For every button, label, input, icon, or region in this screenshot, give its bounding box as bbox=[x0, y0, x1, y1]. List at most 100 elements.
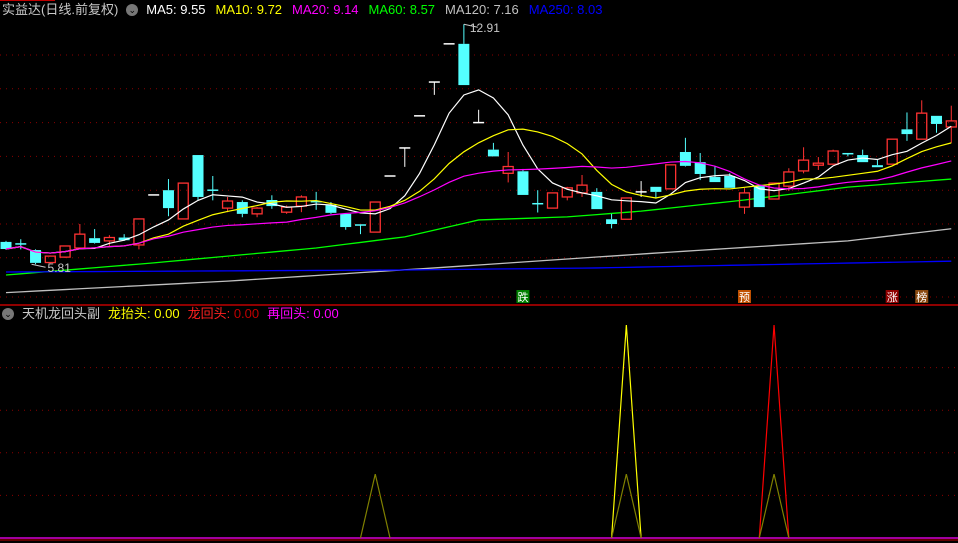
candle bbox=[162, 179, 174, 217]
legend-value: 0.00 bbox=[313, 306, 339, 321]
candle-body bbox=[945, 120, 957, 128]
candle bbox=[886, 138, 898, 165]
candle bbox=[916, 100, 928, 140]
candle-body bbox=[931, 115, 943, 124]
candle-body bbox=[487, 149, 499, 157]
candle-body bbox=[916, 112, 928, 140]
signal-marker[interactable]: 榜 bbox=[915, 290, 929, 304]
candle-body bbox=[546, 192, 559, 209]
high-price-label: 12.91 bbox=[470, 21, 500, 35]
candle bbox=[369, 201, 381, 233]
candle-body bbox=[827, 150, 839, 165]
legend-name: 再回头 bbox=[267, 306, 307, 321]
low-price-label: 5.81 bbox=[48, 261, 72, 275]
candle bbox=[694, 153, 706, 181]
candle bbox=[827, 149, 839, 165]
candle-body bbox=[369, 201, 381, 233]
candle-body bbox=[886, 138, 898, 165]
candle-body bbox=[871, 165, 883, 168]
indicator-legend-item: 龙抬头: 0.00 bbox=[108, 305, 180, 323]
chevron-down-icon[interactable]: ⌄ bbox=[126, 4, 139, 16]
candle bbox=[842, 152, 854, 157]
candle bbox=[546, 192, 559, 209]
candle-body bbox=[797, 159, 810, 172]
chart-title: 实益达(日线.前复权) bbox=[2, 2, 119, 17]
candle bbox=[945, 105, 957, 143]
candle-body bbox=[901, 129, 913, 135]
signal-marker[interactable]: 跌 bbox=[516, 290, 530, 304]
candle-body bbox=[192, 155, 204, 197]
candle-body bbox=[606, 219, 618, 224]
candle-body bbox=[177, 182, 189, 220]
candle bbox=[797, 147, 810, 174]
candle-body bbox=[458, 43, 470, 86]
indicator-spike bbox=[359, 473, 391, 539]
candle-body bbox=[103, 236, 116, 242]
indicator-legend-item: 再回头: 0.00 bbox=[267, 305, 339, 323]
candle bbox=[532, 190, 544, 213]
candle bbox=[901, 112, 913, 141]
candle bbox=[606, 213, 618, 229]
candle bbox=[487, 142, 499, 157]
candle bbox=[89, 229, 101, 244]
signal-marker-text: 跌 bbox=[517, 290, 528, 304]
candle-body bbox=[133, 218, 145, 246]
candle bbox=[340, 213, 352, 230]
candle bbox=[517, 168, 529, 195]
indicator-title: 天机龙回头副 bbox=[22, 306, 101, 321]
ma10-line bbox=[5, 128, 952, 254]
signal-marker[interactable]: 预 bbox=[738, 290, 751, 304]
signal-marker-text: 涨 bbox=[887, 291, 898, 304]
ma120-line bbox=[5, 228, 952, 294]
ma-legend-item: MA60: 8.57 bbox=[368, 2, 436, 17]
indicator-legend-item: 龙回头: 0.00 bbox=[188, 305, 260, 323]
candle bbox=[177, 182, 189, 220]
sub-chart-header: ⌄ 天机龙回头副 龙抬头: 0.00 龙回头: 0.00 再回头: 0.00 bbox=[2, 305, 339, 323]
candle-body bbox=[89, 238, 101, 243]
candle-body bbox=[221, 200, 234, 209]
long-moving-averages bbox=[5, 178, 952, 294]
low-pointer-icon bbox=[31, 263, 46, 268]
candle bbox=[665, 164, 677, 190]
candle-body bbox=[340, 213, 352, 228]
candle-body bbox=[251, 207, 263, 215]
indicator-spike bbox=[758, 324, 790, 539]
ma-legend-item: MA250: 8.03 bbox=[528, 2, 603, 17]
candle-body bbox=[665, 164, 677, 190]
candle-body bbox=[517, 171, 529, 195]
candle bbox=[709, 166, 721, 183]
legend-value: 0.00 bbox=[233, 306, 260, 321]
signal-marker-text: 榜 bbox=[916, 290, 927, 304]
candle bbox=[251, 207, 263, 218]
indicator-spike bbox=[610, 324, 642, 539]
candle bbox=[857, 149, 869, 163]
chevron-down-icon[interactable]: ⌄ bbox=[2, 308, 14, 320]
candle bbox=[473, 109, 485, 124]
legend-name: 龙抬头 bbox=[108, 306, 148, 321]
candle bbox=[221, 196, 234, 213]
main-chart-header: 实益达(日线.前复权) ⌄ MA5: 9.55 MA10: 9.72 MA20: 9… bbox=[2, 1, 602, 19]
signal-marker[interactable]: 涨 bbox=[885, 290, 899, 304]
stock-chart[interactable]: 跌 预 涨 榜 12.91 5.81 bbox=[0, 0, 958, 543]
signal-marker-text: 预 bbox=[739, 291, 750, 304]
candle bbox=[458, 24, 470, 86]
candle bbox=[192, 155, 204, 201]
ma20-line bbox=[5, 160, 952, 254]
ma-legend-item: MA20: 9.14 bbox=[292, 2, 359, 17]
candle bbox=[399, 147, 411, 167]
candle bbox=[354, 224, 366, 235]
candle-body bbox=[709, 177, 721, 183]
candle bbox=[295, 195, 308, 213]
legend-separator: : bbox=[226, 306, 234, 321]
candle-body bbox=[783, 171, 795, 187]
candle bbox=[812, 157, 824, 170]
candle bbox=[591, 188, 603, 210]
indicator-spike bbox=[758, 473, 790, 539]
candle-body bbox=[162, 190, 174, 209]
candle-body bbox=[812, 162, 824, 166]
sub-indicator-lines bbox=[0, 324, 958, 539]
candle-body bbox=[679, 152, 691, 166]
indicator-spike bbox=[610, 473, 642, 539]
candle bbox=[871, 159, 883, 168]
legend-name: 龙回头 bbox=[187, 306, 227, 321]
